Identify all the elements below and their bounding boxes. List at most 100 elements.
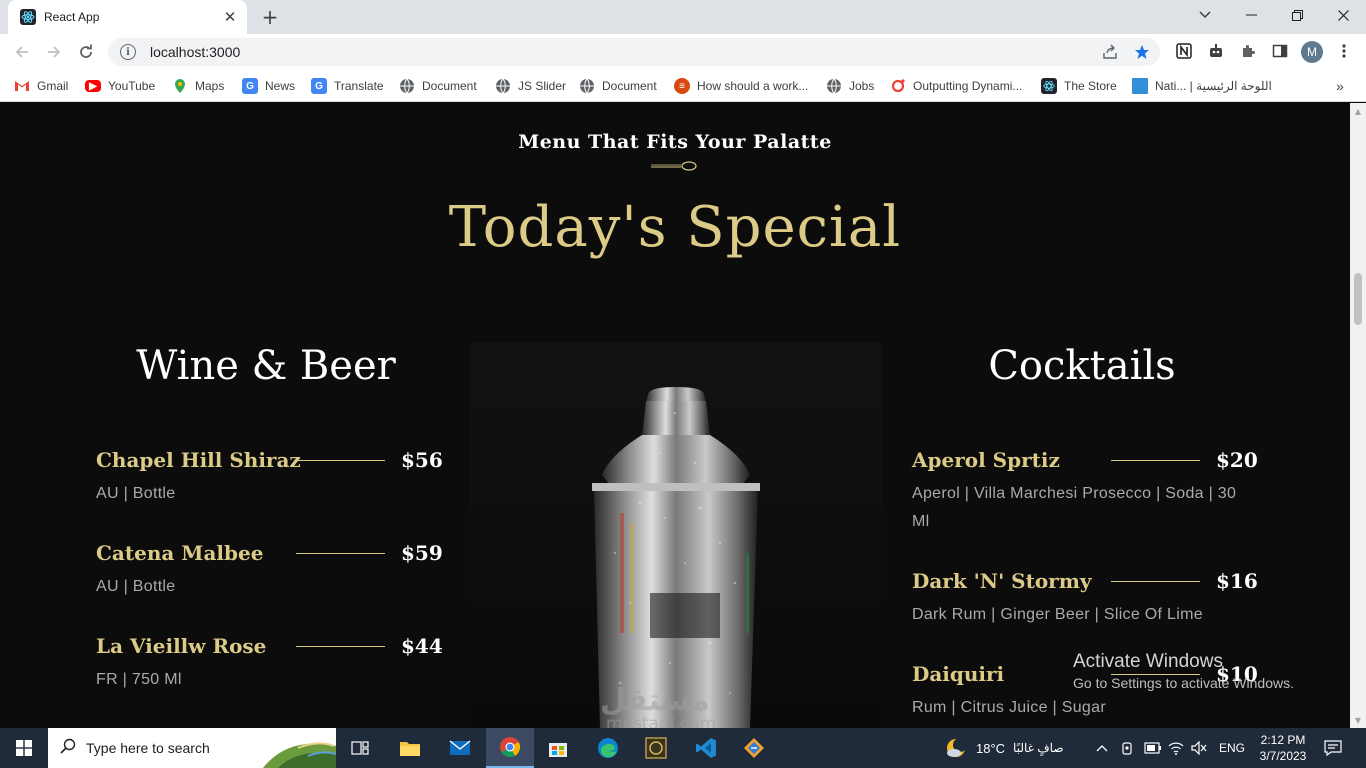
search-placeholder: Type here to search <box>86 740 210 756</box>
globe-icon <box>495 78 511 94</box>
minimize-button[interactable] <box>1228 0 1274 30</box>
wine-item-name: Catena Malbee <box>96 541 264 565</box>
address-bar[interactable]: i localhost:3000 <box>108 38 1160 66</box>
cocktail-item-desc: Dark Rum | Ginger Beer | Slice Of Lime <box>912 606 1203 623</box>
share-icon[interactable] <box>1102 44 1118 60</box>
search-highlight-icon <box>263 742 336 768</box>
spoon-icon <box>651 161 697 171</box>
more-bookmarks-icon[interactable]: » <box>1336 76 1344 96</box>
activate-windows-notice: Activate Windows Go to Settings to activ… <box>1073 651 1294 691</box>
page-scrollbar[interactable]: ▲ ▼ <box>1350 103 1366 728</box>
windows-taskbar: Type here to search 18°C صافٍ غالبًا ENG… <box>0 728 1366 768</box>
language-indicator[interactable]: ENG <box>1219 728 1245 768</box>
close-window-button[interactable] <box>1320 0 1366 30</box>
wine-item-price: $56 <box>401 448 443 472</box>
edge-icon[interactable] <box>584 728 632 768</box>
restore-button[interactable] <box>1274 0 1320 30</box>
windows-logo-icon <box>16 740 32 756</box>
wine-item-divider <box>296 646 385 647</box>
notifications-icon[interactable] <box>1324 728 1342 768</box>
scroll-thumb[interactable] <box>1354 273 1362 325</box>
clock[interactable]: 2:12 PM 3/7/2023 <box>1254 728 1312 768</box>
browser-tab[interactable]: React App ✕ <box>8 0 247 34</box>
cocktail-item-price: $20 <box>1216 448 1258 472</box>
gmail-icon <box>14 78 30 94</box>
back-button[interactable] <box>10 40 34 64</box>
new-tab-button[interactable]: + <box>258 5 282 29</box>
scroll-up-arrow-icon[interactable]: ▲ <box>1350 103 1366 119</box>
meet-icon[interactable] <box>1120 728 1136 768</box>
app-e-icon[interactable] <box>632 728 680 768</box>
weather-widget[interactable]: 18°C صافٍ غالبًا <box>944 728 1064 768</box>
tray-chevron-icon[interactable] <box>1096 728 1108 768</box>
clock-time: 2:12 PM <box>1260 733 1306 747</box>
chrome-icon[interactable] <box>486 728 534 768</box>
globe-icon <box>826 78 842 94</box>
site-info-icon[interactable]: i <box>120 44 136 60</box>
scroll-down-arrow-icon[interactable]: ▼ <box>1350 712 1366 728</box>
menu-subtitle: Menu That Fits Your Palatte <box>518 131 832 153</box>
news-icon: G <box>242 78 258 94</box>
translate-icon: G <box>311 78 327 94</box>
battery-icon[interactable] <box>1144 728 1162 768</box>
page-content: Menu That Fits Your Palatte Today's Spec… <box>0 103 1350 728</box>
windows-start-button[interactable] <box>0 728 48 768</box>
bookmark-document-1[interactable]: Document <box>399 76 477 96</box>
bookmark-youtube[interactable]: ▶ YouTube <box>85 76 155 96</box>
bookmark-star-icon[interactable] <box>1134 44 1150 60</box>
bookmark-gmail[interactable]: Gmail <box>14 76 68 96</box>
bookmark-maps[interactable]: Maps <box>172 76 224 96</box>
forward-button[interactable] <box>42 40 66 64</box>
wine-beer-heading: Wine & Beer <box>136 343 396 389</box>
bookmark-nati[interactable]: Nati... | اللوحة الرئيسية <box>1132 76 1272 96</box>
microsoft-store-icon[interactable] <box>534 728 582 768</box>
notion-icon[interactable] <box>1174 41 1194 61</box>
file-explorer-icon[interactable] <box>386 728 434 768</box>
clock-date: 3/7/2023 <box>1259 749 1307 763</box>
bookmark-news[interactable]: G News <box>242 76 295 96</box>
wine-item-price: $59 <box>401 541 443 565</box>
git-app-icon[interactable] <box>730 728 778 768</box>
weather-temp: 18°C <box>976 740 1006 756</box>
bookmark-jobs[interactable]: Jobs <box>826 76 874 96</box>
globe-icon <box>579 78 595 94</box>
tab-search-chevron-icon[interactable] <box>1182 0 1228 30</box>
react-icon <box>1041 78 1057 94</box>
cocktail-item-name: Dark 'N' Stormy <box>912 569 1092 593</box>
close-tab-icon[interactable]: ✕ <box>221 8 239 26</box>
bookmark-the-store[interactable]: The Store <box>1041 76 1117 96</box>
bookmark-document-2[interactable]: Document <box>579 76 657 96</box>
side-panel-icon[interactable] <box>1270 41 1290 61</box>
bookmark-js-slider[interactable]: JS Slider <box>495 76 566 96</box>
cocktail-item-desc: Aperol | Villa Marchesi Prosecco | Soda … <box>912 485 1237 530</box>
bookmark-how-should[interactable]: ≡ How should a work... <box>674 76 808 96</box>
wifi-icon[interactable] <box>1168 728 1184 768</box>
reload-button[interactable] <box>74 40 98 64</box>
cocktails-heading: Cocktails <box>988 343 1176 389</box>
cocktail-shaker-image <box>470 343 882 728</box>
maps-icon <box>172 78 188 94</box>
globe-icon <box>399 78 415 94</box>
url-text[interactable]: localhost:3000 <box>150 44 240 60</box>
profile-avatar[interactable]: M <box>1301 41 1323 63</box>
extensions-puzzle-icon[interactable] <box>1238 41 1258 61</box>
activate-windows-title: Activate Windows <box>1073 651 1223 672</box>
wine-item-desc: AU | Bottle <box>96 578 176 595</box>
volume-mute-icon[interactable] <box>1191 728 1207 768</box>
square-icon <box>1132 78 1148 94</box>
browser-toolbar: i localhost:3000 M <box>0 34 1366 70</box>
wine-item-name: La Vieillw Rose <box>96 634 267 658</box>
taskbar-search-box[interactable]: Type here to search <box>48 728 336 768</box>
wine-item-desc: AU | Bottle <box>96 485 176 502</box>
wine-item-desc: FR | 750 Ml <box>96 671 182 688</box>
bookmark-translate[interactable]: G Translate <box>311 76 384 96</box>
bookmark-outputting[interactable]: Outputting Dynami... <box>890 76 1022 96</box>
wine-item-divider <box>296 460 385 461</box>
robot-extension-icon[interactable] <box>1206 41 1226 61</box>
menu-kebab-icon[interactable] <box>1334 41 1354 61</box>
wine-item-price: $44 <box>401 634 443 658</box>
mail-icon[interactable] <box>436 728 484 768</box>
cocktail-item-name: Aperol Sprtiz <box>912 448 1060 472</box>
vscode-icon[interactable] <box>682 728 730 768</box>
task-view-icon[interactable] <box>336 728 384 768</box>
